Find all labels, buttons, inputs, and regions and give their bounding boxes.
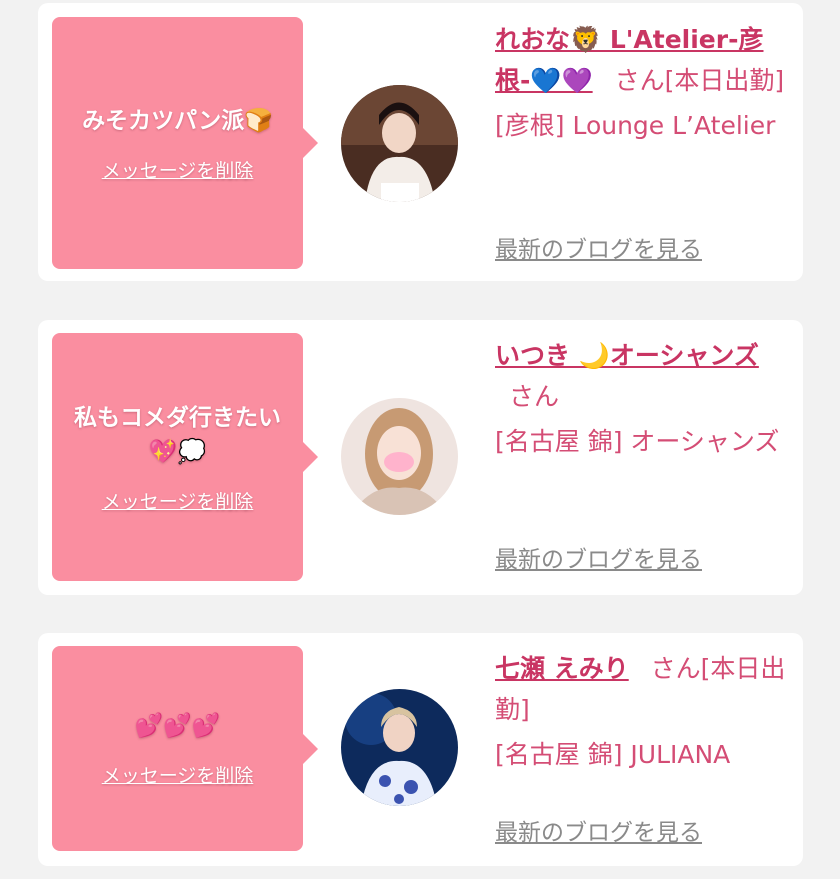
cast-info: れおな🦁 L'Atelier-彦根-💙💜 さん[本日出勤] [彦根] Loung… [495, 19, 795, 146]
message-card: 💕💕💕 メッセージを削除 七瀬 えみり さん[本日出勤] [名古屋 錦] JUL… [38, 633, 803, 866]
shop-name: [彦根] Lounge L’Atelier [495, 111, 776, 140]
message-card: 私もコメダ行きたい💖💭 メッセージを削除 いつき 🌙オーシャンズ さん [名古屋… [38, 320, 803, 595]
message-bubble: 💕💕💕 メッセージを削除 [52, 646, 318, 851]
avatar[interactable] [341, 398, 458, 515]
cast-name-link[interactable]: 七瀬 えみり [495, 654, 629, 683]
message-list: みそカツパン派🍞 メッセージを削除 れおな🦁 L'Atelier-彦根-💙💜 さ… [0, 0, 840, 879]
message-bubble: 私もコメダ行きたい💖💭 メッセージを削除 [52, 333, 318, 581]
message-card: みそカツパン派🍞 メッセージを削除 れおな🦁 L'Atelier-彦根-💙💜 さ… [38, 3, 803, 281]
message-text: 私もコメダ行きたい💖💭 [74, 404, 281, 465]
shop-name: [名古屋 錦] JULIANA [495, 740, 731, 769]
honorific: さん [509, 382, 560, 411]
cast-name-link[interactable]: いつき 🌙オーシャンズ [495, 341, 759, 370]
latest-blog-link[interactable]: 最新のブログを見る [495, 540, 702, 574]
latest-blog-link[interactable]: 最新のブログを見る [495, 230, 702, 264]
message-text: 💕💕💕 [134, 713, 221, 739]
delete-message-link[interactable]: メッセージを削除 [102, 761, 254, 788]
message-bubble: みそカツパン派🍞 メッセージを削除 [52, 17, 318, 269]
cast-info: いつき 🌙オーシャンズ さん [名古屋 錦] オーシャンズ [495, 335, 795, 462]
avatar[interactable] [341, 85, 458, 202]
message-text: みそカツパン派🍞 [82, 107, 273, 134]
shop-name: [名古屋 錦] オーシャンズ [495, 427, 780, 456]
delete-message-link[interactable]: メッセージを削除 [102, 156, 254, 183]
latest-blog-link[interactable]: 最新のブログを見る [495, 813, 702, 847]
delete-message-link[interactable]: メッセージを削除 [102, 487, 254, 514]
honorific-status: さん[本日出勤] [614, 66, 785, 95]
cast-info: 七瀬 えみり さん[本日出勤] [名古屋 錦] JULIANA [495, 648, 795, 775]
avatar[interactable] [341, 689, 458, 806]
